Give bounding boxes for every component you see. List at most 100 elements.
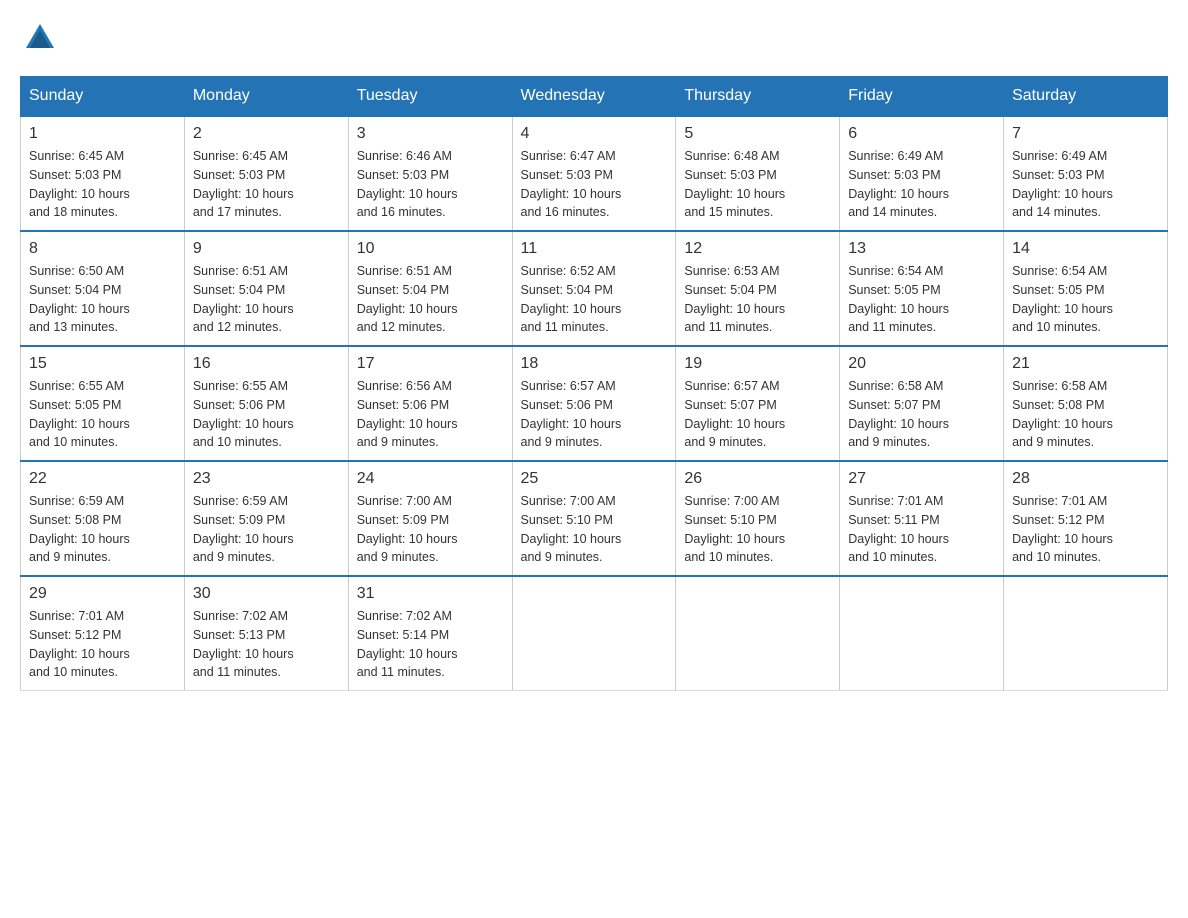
calendar-cell <box>512 576 676 691</box>
day-info: Sunrise: 7:00 AMSunset: 5:10 PMDaylight:… <box>684 492 831 567</box>
day-number: 31 <box>357 585 504 603</box>
calendar-cell: 11 Sunrise: 6:52 AMSunset: 5:04 PMDaylig… <box>512 231 676 346</box>
day-info: Sunrise: 6:53 AMSunset: 5:04 PMDaylight:… <box>684 262 831 337</box>
day-number: 11 <box>521 240 668 258</box>
calendar-cell: 18 Sunrise: 6:57 AMSunset: 5:06 PMDaylig… <box>512 346 676 461</box>
calendar-cell: 10 Sunrise: 6:51 AMSunset: 5:04 PMDaylig… <box>348 231 512 346</box>
weekday-header-row: SundayMondayTuesdayWednesdayThursdayFrid… <box>21 77 1168 117</box>
day-number: 9 <box>193 240 340 258</box>
calendar-cell: 12 Sunrise: 6:53 AMSunset: 5:04 PMDaylig… <box>676 231 840 346</box>
day-info: Sunrise: 6:54 AMSunset: 5:05 PMDaylight:… <box>848 262 995 337</box>
calendar-week-5: 29 Sunrise: 7:01 AMSunset: 5:12 PMDaylig… <box>21 576 1168 691</box>
calendar-table: SundayMondayTuesdayWednesdayThursdayFrid… <box>20 76 1168 691</box>
calendar-cell: 3 Sunrise: 6:46 AMSunset: 5:03 PMDayligh… <box>348 116 512 231</box>
day-number: 4 <box>521 125 668 143</box>
calendar-cell: 7 Sunrise: 6:49 AMSunset: 5:03 PMDayligh… <box>1004 116 1168 231</box>
day-info: Sunrise: 6:45 AMSunset: 5:03 PMDaylight:… <box>29 147 176 222</box>
day-info: Sunrise: 6:59 AMSunset: 5:09 PMDaylight:… <box>193 492 340 567</box>
day-info: Sunrise: 6:50 AMSunset: 5:04 PMDaylight:… <box>29 262 176 337</box>
day-info: Sunrise: 7:00 AMSunset: 5:09 PMDaylight:… <box>357 492 504 567</box>
calendar-cell: 19 Sunrise: 6:57 AMSunset: 5:07 PMDaylig… <box>676 346 840 461</box>
day-number: 20 <box>848 355 995 373</box>
day-info: Sunrise: 6:47 AMSunset: 5:03 PMDaylight:… <box>521 147 668 222</box>
day-info: Sunrise: 6:48 AMSunset: 5:03 PMDaylight:… <box>684 147 831 222</box>
day-number: 29 <box>29 585 176 603</box>
day-info: Sunrise: 7:01 AMSunset: 5:12 PMDaylight:… <box>29 607 176 682</box>
day-number: 30 <box>193 585 340 603</box>
calendar-cell: 21 Sunrise: 6:58 AMSunset: 5:08 PMDaylig… <box>1004 346 1168 461</box>
calendar-cell: 22 Sunrise: 6:59 AMSunset: 5:08 PMDaylig… <box>21 461 185 576</box>
day-number: 7 <box>1012 125 1159 143</box>
day-number: 12 <box>684 240 831 258</box>
calendar-cell: 28 Sunrise: 7:01 AMSunset: 5:12 PMDaylig… <box>1004 461 1168 576</box>
day-info: Sunrise: 6:51 AMSunset: 5:04 PMDaylight:… <box>193 262 340 337</box>
day-number: 19 <box>684 355 831 373</box>
calendar-cell: 26 Sunrise: 7:00 AMSunset: 5:10 PMDaylig… <box>676 461 840 576</box>
calendar-cell: 30 Sunrise: 7:02 AMSunset: 5:13 PMDaylig… <box>184 576 348 691</box>
day-info: Sunrise: 6:49 AMSunset: 5:03 PMDaylight:… <box>1012 147 1159 222</box>
calendar-cell: 27 Sunrise: 7:01 AMSunset: 5:11 PMDaylig… <box>840 461 1004 576</box>
day-info: Sunrise: 7:00 AMSunset: 5:10 PMDaylight:… <box>521 492 668 567</box>
day-number: 21 <box>1012 355 1159 373</box>
weekday-header-wednesday: Wednesday <box>512 77 676 117</box>
calendar-cell: 16 Sunrise: 6:55 AMSunset: 5:06 PMDaylig… <box>184 346 348 461</box>
calendar-cell: 17 Sunrise: 6:56 AMSunset: 5:06 PMDaylig… <box>348 346 512 461</box>
calendar-cell <box>840 576 1004 691</box>
day-number: 26 <box>684 470 831 488</box>
calendar-cell: 14 Sunrise: 6:54 AMSunset: 5:05 PMDaylig… <box>1004 231 1168 346</box>
day-number: 23 <box>193 470 340 488</box>
calendar-cell: 9 Sunrise: 6:51 AMSunset: 5:04 PMDayligh… <box>184 231 348 346</box>
day-number: 24 <box>357 470 504 488</box>
day-number: 2 <box>193 125 340 143</box>
day-info: Sunrise: 6:55 AMSunset: 5:05 PMDaylight:… <box>29 377 176 452</box>
day-number: 10 <box>357 240 504 258</box>
calendar-cell: 6 Sunrise: 6:49 AMSunset: 5:03 PMDayligh… <box>840 116 1004 231</box>
day-info: Sunrise: 6:49 AMSunset: 5:03 PMDaylight:… <box>848 147 995 222</box>
weekday-header-monday: Monday <box>184 77 348 117</box>
calendar-cell: 8 Sunrise: 6:50 AMSunset: 5:04 PMDayligh… <box>21 231 185 346</box>
day-info: Sunrise: 7:01 AMSunset: 5:11 PMDaylight:… <box>848 492 995 567</box>
calendar-week-2: 8 Sunrise: 6:50 AMSunset: 5:04 PMDayligh… <box>21 231 1168 346</box>
day-number: 13 <box>848 240 995 258</box>
calendar-cell: 13 Sunrise: 6:54 AMSunset: 5:05 PMDaylig… <box>840 231 1004 346</box>
calendar-cell: 31 Sunrise: 7:02 AMSunset: 5:14 PMDaylig… <box>348 576 512 691</box>
day-number: 1 <box>29 125 176 143</box>
day-number: 18 <box>521 355 668 373</box>
day-number: 3 <box>357 125 504 143</box>
day-info: Sunrise: 6:59 AMSunset: 5:08 PMDaylight:… <box>29 492 176 567</box>
day-info: Sunrise: 6:58 AMSunset: 5:07 PMDaylight:… <box>848 377 995 452</box>
calendar-cell: 29 Sunrise: 7:01 AMSunset: 5:12 PMDaylig… <box>21 576 185 691</box>
day-info: Sunrise: 6:56 AMSunset: 5:06 PMDaylight:… <box>357 377 504 452</box>
weekday-header-saturday: Saturday <box>1004 77 1168 117</box>
calendar-cell: 25 Sunrise: 7:00 AMSunset: 5:10 PMDaylig… <box>512 461 676 576</box>
day-info: Sunrise: 6:45 AMSunset: 5:03 PMDaylight:… <box>193 147 340 222</box>
day-info: Sunrise: 6:54 AMSunset: 5:05 PMDaylight:… <box>1012 262 1159 337</box>
calendar-cell: 2 Sunrise: 6:45 AMSunset: 5:03 PMDayligh… <box>184 116 348 231</box>
day-number: 8 <box>29 240 176 258</box>
day-number: 6 <box>848 125 995 143</box>
day-number: 15 <box>29 355 176 373</box>
calendar-cell <box>1004 576 1168 691</box>
calendar-week-4: 22 Sunrise: 6:59 AMSunset: 5:08 PMDaylig… <box>21 461 1168 576</box>
calendar-cell: 23 Sunrise: 6:59 AMSunset: 5:09 PMDaylig… <box>184 461 348 576</box>
calendar-cell: 24 Sunrise: 7:00 AMSunset: 5:09 PMDaylig… <box>348 461 512 576</box>
day-info: Sunrise: 6:51 AMSunset: 5:04 PMDaylight:… <box>357 262 504 337</box>
calendar-week-1: 1 Sunrise: 6:45 AMSunset: 5:03 PMDayligh… <box>21 116 1168 231</box>
day-info: Sunrise: 7:02 AMSunset: 5:14 PMDaylight:… <box>357 607 504 682</box>
weekday-header-tuesday: Tuesday <box>348 77 512 117</box>
calendar-cell: 1 Sunrise: 6:45 AMSunset: 5:03 PMDayligh… <box>21 116 185 231</box>
day-number: 17 <box>357 355 504 373</box>
day-info: Sunrise: 6:52 AMSunset: 5:04 PMDaylight:… <box>521 262 668 337</box>
page-header <box>20 20 1168 56</box>
day-info: Sunrise: 6:58 AMSunset: 5:08 PMDaylight:… <box>1012 377 1159 452</box>
day-info: Sunrise: 6:55 AMSunset: 5:06 PMDaylight:… <box>193 377 340 452</box>
calendar-week-3: 15 Sunrise: 6:55 AMSunset: 5:05 PMDaylig… <box>21 346 1168 461</box>
logo <box>20 20 60 56</box>
calendar-cell: 4 Sunrise: 6:47 AMSunset: 5:03 PMDayligh… <box>512 116 676 231</box>
calendar-cell: 20 Sunrise: 6:58 AMSunset: 5:07 PMDaylig… <box>840 346 1004 461</box>
day-number: 28 <box>1012 470 1159 488</box>
calendar-cell: 15 Sunrise: 6:55 AMSunset: 5:05 PMDaylig… <box>21 346 185 461</box>
weekday-header-friday: Friday <box>840 77 1004 117</box>
day-info: Sunrise: 6:57 AMSunset: 5:06 PMDaylight:… <box>521 377 668 452</box>
day-number: 25 <box>521 470 668 488</box>
